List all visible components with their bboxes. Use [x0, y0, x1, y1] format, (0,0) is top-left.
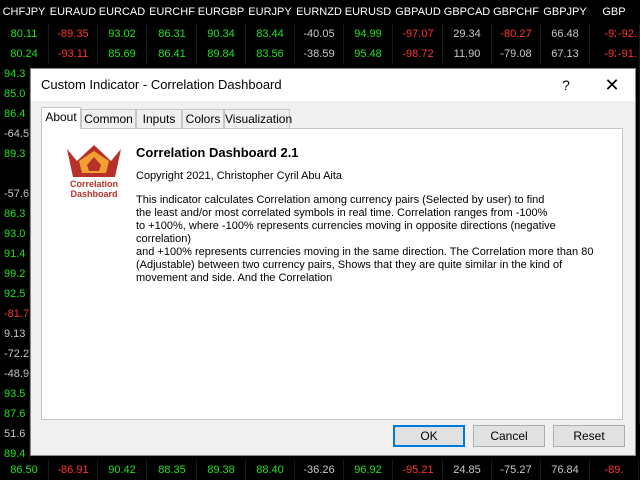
correlation-cell: -81.7 [0, 304, 30, 324]
correlation-cell: 86.3 [0, 204, 30, 224]
correlation-cell: 93.0 [0, 224, 30, 244]
custom-indicator-dialog: Custom Indicator - Correlation Dashboard… [30, 68, 636, 456]
correlation-cell: 87.6 [0, 404, 30, 424]
description-line: and +100% represents currencies moving i… [136, 246, 594, 258]
column-header: EURGBP [197, 0, 245, 24]
correlation-cell: 90.42 [98, 460, 147, 480]
correlation-cell: -38.59 [295, 44, 344, 64]
correlation-cell: 88.35 [148, 460, 197, 480]
column-header: GBPCHF [492, 0, 540, 24]
correlation-cell: 95.48 [344, 44, 393, 64]
correlation-cell: -97.07 [394, 24, 443, 44]
column-header: GBP [590, 0, 638, 24]
description-line: the least and/or most correlated symbols… [136, 207, 548, 219]
correlation-cell: 90.34 [197, 24, 246, 44]
correlation-cell: 9.13 [0, 324, 30, 344]
correlation-cell: -79.08 [492, 44, 541, 64]
correlation-cell: -92. [616, 24, 640, 44]
correlation-cell: -36.26 [295, 460, 344, 480]
correlation-cell: 86.50 [0, 460, 49, 480]
correlation-cell: 94.3 [0, 64, 30, 84]
column-header: EURAUD [49, 0, 97, 24]
correlation-cell: 80.11 [0, 24, 49, 44]
correlation-cell: 86.31 [148, 24, 197, 44]
column-header: GBPCAD [443, 0, 491, 24]
correlation-cell [0, 164, 30, 184]
description-text: This indicator calculates Correlation am… [136, 194, 606, 285]
correlation-cell: -40.05 [295, 24, 344, 44]
correlation-cell: -80.27 [492, 24, 541, 44]
correlation-cell: 89.84 [197, 44, 246, 64]
logo-text-line2: Dashboard [70, 189, 118, 199]
column-header: GBPJPY [541, 0, 589, 24]
correlation-cell: 67.13 [541, 44, 590, 64]
about-panel: Correlation Dashboard Correlation Dashbo… [41, 128, 623, 420]
correlation-cell: -89. [590, 460, 639, 480]
tab-inputs[interactable]: Inputs [136, 109, 182, 129]
copyright-text: Copyright 2021, Christopher Cyril Abu Ai… [136, 170, 343, 182]
correlation-cell: -95.21 [394, 460, 443, 480]
column-header: EURJPY [246, 0, 294, 24]
correlation-cell: -86.91 [49, 460, 98, 480]
correlation-cell: -91. [616, 44, 640, 64]
correlation-cell: 94.99 [344, 24, 393, 44]
help-button[interactable]: ? [543, 69, 589, 101]
correlation-cell: 24.85 [443, 460, 492, 480]
dialog-titlebar[interactable]: Custom Indicator - Correlation Dashboard… [31, 69, 635, 101]
correlation-cell: 86.4 [0, 104, 30, 124]
column-header: EURCHF [148, 0, 196, 24]
ok-button[interactable]: OK [393, 425, 465, 447]
correlation-cell: -72.2 [0, 344, 30, 364]
indicator-name: Correlation Dashboard 2.1 [136, 145, 299, 160]
correlation-cell: 85.0 [0, 84, 30, 104]
correlation-cell: 89.38 [197, 460, 246, 480]
correlation-cell: 29.34 [443, 24, 492, 44]
correlation-cell: 76.84 [541, 460, 590, 480]
column-header: EURUSD [344, 0, 392, 24]
close-icon[interactable]: ✕ [589, 69, 635, 101]
logo-text-line1: Correlation [69, 179, 118, 189]
correlation-cell: -75.27 [492, 460, 541, 480]
tab-colors[interactable]: Colors [182, 109, 224, 129]
description-line: This indicator calculates Correlation am… [136, 194, 545, 206]
correlation-cell: 85.69 [98, 44, 147, 64]
correlation-cell: 93.02 [98, 24, 147, 44]
dialog-title: Custom Indicator - Correlation Dashboard [41, 77, 282, 92]
tab-visualization[interactable]: Visualization [224, 109, 292, 129]
correlation-cell: 96.92 [344, 460, 393, 480]
correlation-cell: -98.72 [394, 44, 443, 64]
column-header: CHFJPY [0, 0, 48, 24]
description-line: to +100%, where -100% represents currenc… [136, 220, 556, 245]
column-header: EURNZD [295, 0, 343, 24]
correlation-cell: -64.5 [0, 124, 30, 144]
correlation-cell: -93.11 [49, 44, 98, 64]
correlation-cell: 93.5 [0, 384, 30, 404]
description-line: movement and side. And the Correlation [136, 272, 333, 284]
correlation-cell: 83.44 [246, 24, 295, 44]
reset-button[interactable]: Reset [553, 425, 625, 447]
correlation-cell: -48.9 [0, 364, 30, 384]
indicator-logo: Correlation Dashboard [59, 143, 129, 203]
tab-about[interactable]: About [41, 107, 81, 129]
correlation-cell: 80.24 [0, 44, 49, 64]
tab-common[interactable]: Common [81, 109, 136, 129]
correlation-cell: 51.6 [0, 424, 30, 444]
crown-icon [67, 145, 121, 177]
column-header: EURCAD [98, 0, 146, 24]
column-header: GBPAUD [394, 0, 442, 24]
correlation-cell: 66.48 [541, 24, 590, 44]
correlation-cell: -89.35 [49, 24, 98, 44]
correlation-cell: 86.41 [148, 44, 197, 64]
correlation-cell: -57.6 [0, 184, 30, 204]
cancel-button[interactable]: Cancel [473, 425, 545, 447]
correlation-cell: 99.2 [0, 264, 30, 284]
correlation-cell: 91.4 [0, 244, 30, 264]
correlation-cell: 83.56 [246, 44, 295, 64]
correlation-cell: 89.3 [0, 144, 30, 164]
correlation-cell: 92.5 [0, 284, 30, 304]
correlation-cell: 88.40 [246, 460, 295, 480]
correlation-cell: 11.90 [443, 44, 492, 64]
description-line: (Adjustable) between two currency pairs,… [136, 259, 563, 271]
